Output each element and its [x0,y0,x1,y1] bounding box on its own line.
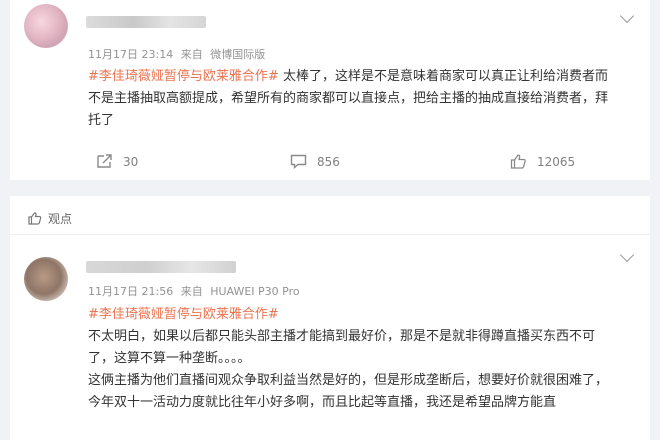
page: 11月17日 23:14 来自 微博国际版 #李佳琦薇娅暂停与欧莱雅合作# 太棒… [0,0,660,440]
avatar[interactable] [24,257,68,301]
comment-button[interactable]: 856 [290,154,340,169]
viewpoint-icon [28,212,42,225]
chevron-down-icon[interactable] [619,247,635,263]
timestamp[interactable]: 11月17日 23:14 [88,48,173,61]
post-text: 太棒了，这样是不是意味着商家可以真正让利给消费者 [282,69,595,84]
like-icon [510,154,526,169]
source-prefix: 来自 [180,285,203,298]
post-body: #李佳琦薇娅暂停与欧莱雅合作# 太棒了，这样是不是意味着商家可以真正让利给消费者… [88,66,616,132]
username-blurred[interactable] [86,261,236,273]
comment-count: 856 [317,154,340,169]
username-blurred[interactable] [86,16,206,28]
avatar[interactable] [24,4,68,48]
comment-icon [290,154,307,169]
divider [10,234,650,235]
repost-button[interactable]: 30 [96,154,138,169]
source: 微博国际版 [210,48,266,61]
section-label: 观点 [48,212,73,226]
post-meta: 11月17日 21:56 来自 HUAWEI P30 Pro [88,283,304,299]
comment-card: 11月17日 23:14 来自 微博国际版 #李佳琦薇娅暂停与欧莱雅合作# 太棒… [10,0,650,180]
post-body: #李佳琦薇娅暂停与欧莱雅合作# 不太明白，如果以后都只能头部主播才能搞到最好价，… [88,304,616,414]
section-header: 观点 [28,210,72,227]
post-paragraph: 不太明白，如果以后都只能头部主播才能搞到最好价，那是不是就非得蹲直播买东西不可了… [88,329,596,366]
viewpoint-card: 观点 11月17日 21:56 来自 HUAWEI P30 Pro #李佳琦薇娅… [10,196,650,440]
like-count: 12065 [537,154,576,169]
like-button[interactable]: 12065 [510,154,575,169]
hashtag-link[interactable]: #李佳琦薇娅暂停与欧莱雅合作# [88,304,616,326]
repost-count: 30 [123,154,139,169]
source: HUAWEI P30 Pro [210,285,300,298]
action-bar: 30 856 12065 [10,150,650,176]
chevron-down-icon[interactable] [619,8,635,24]
repost-icon [97,154,112,168]
post-paragraph: 这俩主播为他们直播间观众争取利益当然是好的，但是形成垄断后，想要好价就很困难了，… [88,373,609,410]
timestamp[interactable]: 11月17日 21:56 [88,285,173,298]
hashtag-link[interactable]: #李佳琦薇娅暂停与欧莱雅合作# [88,69,279,84]
post-meta: 11月17日 23:14 来自 微博国际版 [88,46,269,62]
source-prefix: 来自 [180,48,203,61]
